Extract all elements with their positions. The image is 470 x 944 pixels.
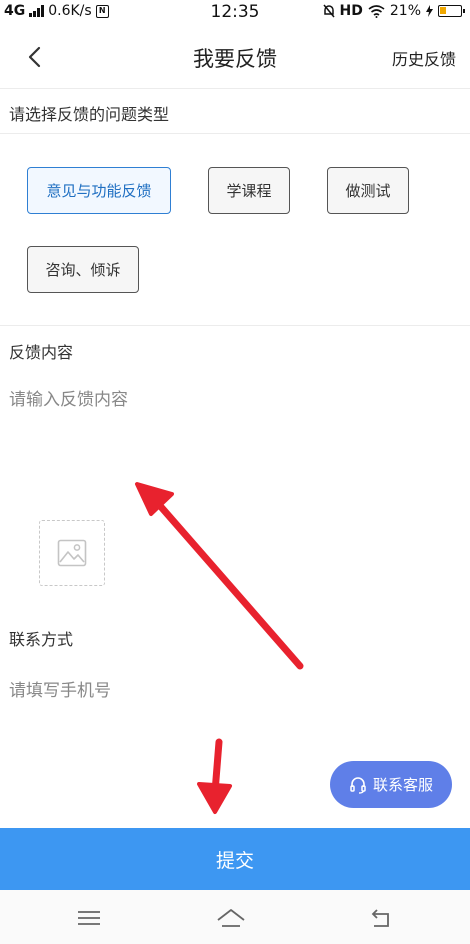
headset-icon bbox=[350, 776, 366, 794]
header: 我要反馈 历史反馈 bbox=[0, 26, 470, 88]
contact-label: 联系方式 bbox=[9, 630, 74, 649]
charging-icon bbox=[426, 5, 433, 17]
feedback-content-label: 反馈内容 bbox=[9, 343, 74, 362]
type-option-course[interactable]: 学课程 bbox=[208, 167, 290, 214]
nav-back-button[interactable] bbox=[366, 906, 396, 930]
divider bbox=[0, 133, 470, 134]
contact-service-button[interactable]: 联系客服 bbox=[330, 761, 452, 808]
system-nav-bar bbox=[0, 890, 470, 944]
image-upload-button[interactable] bbox=[39, 520, 105, 586]
nav-home-button[interactable] bbox=[216, 906, 246, 930]
submit-button[interactable]: 提交 bbox=[0, 828, 470, 890]
history-feedback-link[interactable]: 历史反馈 bbox=[392, 46, 456, 70]
hd-badge: HD bbox=[339, 3, 363, 19]
chevron-left-icon bbox=[28, 46, 41, 68]
wifi-icon bbox=[368, 4, 385, 18]
mute-bell-icon bbox=[322, 4, 335, 18]
image-icon bbox=[57, 539, 87, 567]
divider bbox=[0, 88, 470, 89]
home-icon bbox=[217, 909, 245, 927]
contact-service-label: 联系客服 bbox=[372, 776, 433, 794]
battery-icon bbox=[438, 5, 465, 17]
back-button[interactable] bbox=[18, 40, 52, 74]
divider bbox=[0, 325, 470, 326]
arrow-to-submit-button bbox=[197, 738, 232, 814]
type-option-test[interactable]: 做测试 bbox=[327, 167, 409, 214]
phone-input[interactable]: 请填写手机号 bbox=[9, 676, 309, 701]
status-right: HD 21% bbox=[322, 3, 465, 19]
status-bar: 4G 0.6K/s N 12:35 HD 21% bbox=[0, 0, 470, 26]
menu-icon bbox=[78, 911, 100, 925]
nav-menu-button[interactable] bbox=[74, 906, 104, 930]
feedback-type-label: 请选择反馈的问题类型 bbox=[9, 105, 170, 124]
battery-percent: 21% bbox=[389, 3, 421, 19]
type-option-feature[interactable]: 意见与功能反馈 bbox=[27, 167, 171, 214]
back-icon bbox=[371, 909, 389, 927]
arrow-to-content-input bbox=[135, 482, 304, 670]
feedback-content-input[interactable]: 请输入反馈内容 bbox=[9, 385, 449, 505]
type-option-consult[interactable]: 咨询、倾诉 bbox=[27, 246, 139, 293]
